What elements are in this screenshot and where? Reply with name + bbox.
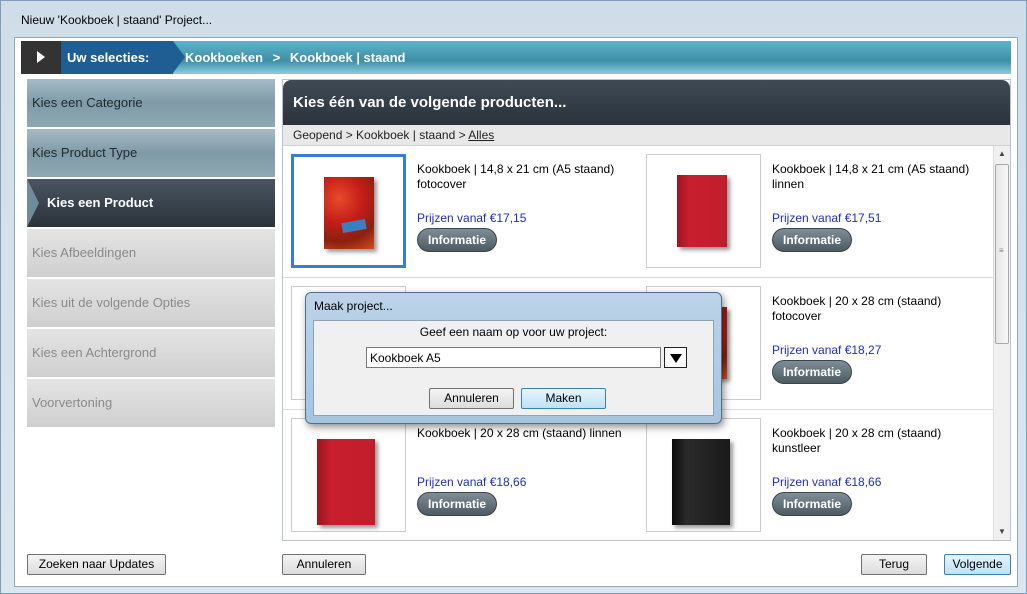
info-button[interactable]: Informatie [772, 360, 852, 384]
product-thumbnail[interactable] [646, 418, 761, 532]
play-arrow-icon[interactable] [21, 41, 61, 74]
step-options: Kies uit de volgende Opties [27, 279, 275, 327]
scroll-up-icon[interactable]: ▲ [994, 146, 1010, 162]
breadcrumb-separator: > [272, 50, 281, 65]
step-product[interactable]: Kies een Product [27, 179, 275, 227]
step-preview: Voorvertoning [27, 379, 275, 427]
product-title: Kookboek | 20 x 28 cm (staand) fotocover [772, 294, 942, 323]
step-product-type[interactable]: Kies Product Type [27, 129, 275, 177]
dialog-prompt: Geef een naam op voor uw project: [419, 325, 608, 339]
dialog-title: Maak project... [314, 299, 393, 313]
filter-all-link[interactable]: Alles [468, 128, 494, 142]
step-images: Kies Afbeeldingen [27, 229, 275, 277]
product-card[interactable]: Kookboek | 14,8 x 21 cm (A5 staand) linn… [638, 146, 993, 278]
product-price: Prijzen vanaf €18,66 [772, 475, 882, 489]
scrollbar-thumb[interactable]: ≡ [995, 164, 1009, 344]
product-card[interactable]: Kookboek | 14,8 x 21 cm (A5 staand) foto… [283, 146, 638, 278]
vertical-scrollbar[interactable]: ▲ ≡ ▼ [993, 146, 1010, 540]
step-background: Kies een Achtergrond [27, 329, 275, 377]
breadcrumb-item-type[interactable]: Kookboek | staand [290, 50, 406, 65]
product-price: Prijzen vanaf €17,51 [772, 211, 882, 225]
product-price: Prijzen vanaf €18,66 [417, 475, 527, 489]
product-card[interactable]: Kookboek | 20 x 28 cm (staand) kunstleer… [638, 410, 993, 540]
breadcrumb-label: Uw selecties: [61, 41, 185, 74]
info-button[interactable]: Informatie [772, 228, 852, 252]
wizard-steps: Kies een Categorie Kies Product Type Kie… [27, 79, 275, 429]
product-price: Prijzen vanaf €18,27 [772, 343, 882, 357]
scroll-down-icon[interactable]: ▼ [994, 524, 1010, 540]
next-button[interactable]: Volgende [944, 554, 1011, 575]
breadcrumb-item-category[interactable]: Kookboeken [185, 50, 263, 65]
product-thumbnail[interactable] [291, 154, 406, 268]
black-book-icon [672, 439, 730, 525]
create-project-dialog: Maak project... Geef een naam op voor uw… [305, 292, 722, 424]
breadcrumb-path: Kookboeken > Kookboek | staand [185, 41, 411, 74]
product-price: Prijzen vanaf €17,15 [417, 211, 527, 225]
dialog-body: Geef een naam op voor uw project: Annule… [313, 320, 714, 416]
product-thumbnail[interactable] [646, 154, 761, 268]
product-title: Kookboek | 20 x 28 cm (staand) kunstleer [772, 426, 942, 455]
product-title: Kookboek | 20 x 28 cm (staand) linnen [417, 426, 622, 440]
create-button[interactable]: Maken [521, 388, 606, 409]
product-card[interactable]: Kookboek | 20 x 28 cm (staand) linnen Pr… [283, 410, 638, 540]
red-book-icon [317, 439, 375, 525]
red-book-icon [677, 175, 727, 247]
cancel-button[interactable]: Annuleren [282, 554, 366, 575]
check-updates-button[interactable]: Zoeken naar Updates [27, 554, 166, 575]
step-category[interactable]: Kies een Categorie [27, 79, 275, 127]
panel-heading: Kies één van de volgende producten... [283, 80, 1010, 125]
filter-path-text: Geopend > Kookboek | staand > [293, 128, 469, 142]
project-name-input[interactable] [366, 347, 661, 368]
breadcrumb: Uw selecties: Kookboeken > Kookboek | st… [21, 41, 1011, 74]
info-button[interactable]: Informatie [417, 228, 497, 252]
filter-path: Geopend > Kookboek | staand > Alles [283, 125, 1010, 146]
photo-book-icon [324, 177, 374, 249]
product-thumbnail[interactable] [291, 418, 406, 532]
product-title: Kookboek | 14,8 x 21 cm (A5 staand) foto… [417, 162, 615, 191]
dialog-cancel-button[interactable]: Annuleren [429, 388, 514, 409]
product-title: Kookboek | 14,8 x 21 cm (A5 staand) linn… [772, 162, 970, 191]
window-title: Nieuw 'Kookboek | staand' Project... [21, 13, 213, 27]
dropdown-arrow-icon[interactable] [664, 347, 687, 368]
info-button[interactable]: Informatie [772, 492, 852, 516]
back-button[interactable]: Terug [861, 554, 927, 575]
info-button[interactable]: Informatie [417, 492, 497, 516]
grip-icon: ≡ [999, 246, 1004, 255]
